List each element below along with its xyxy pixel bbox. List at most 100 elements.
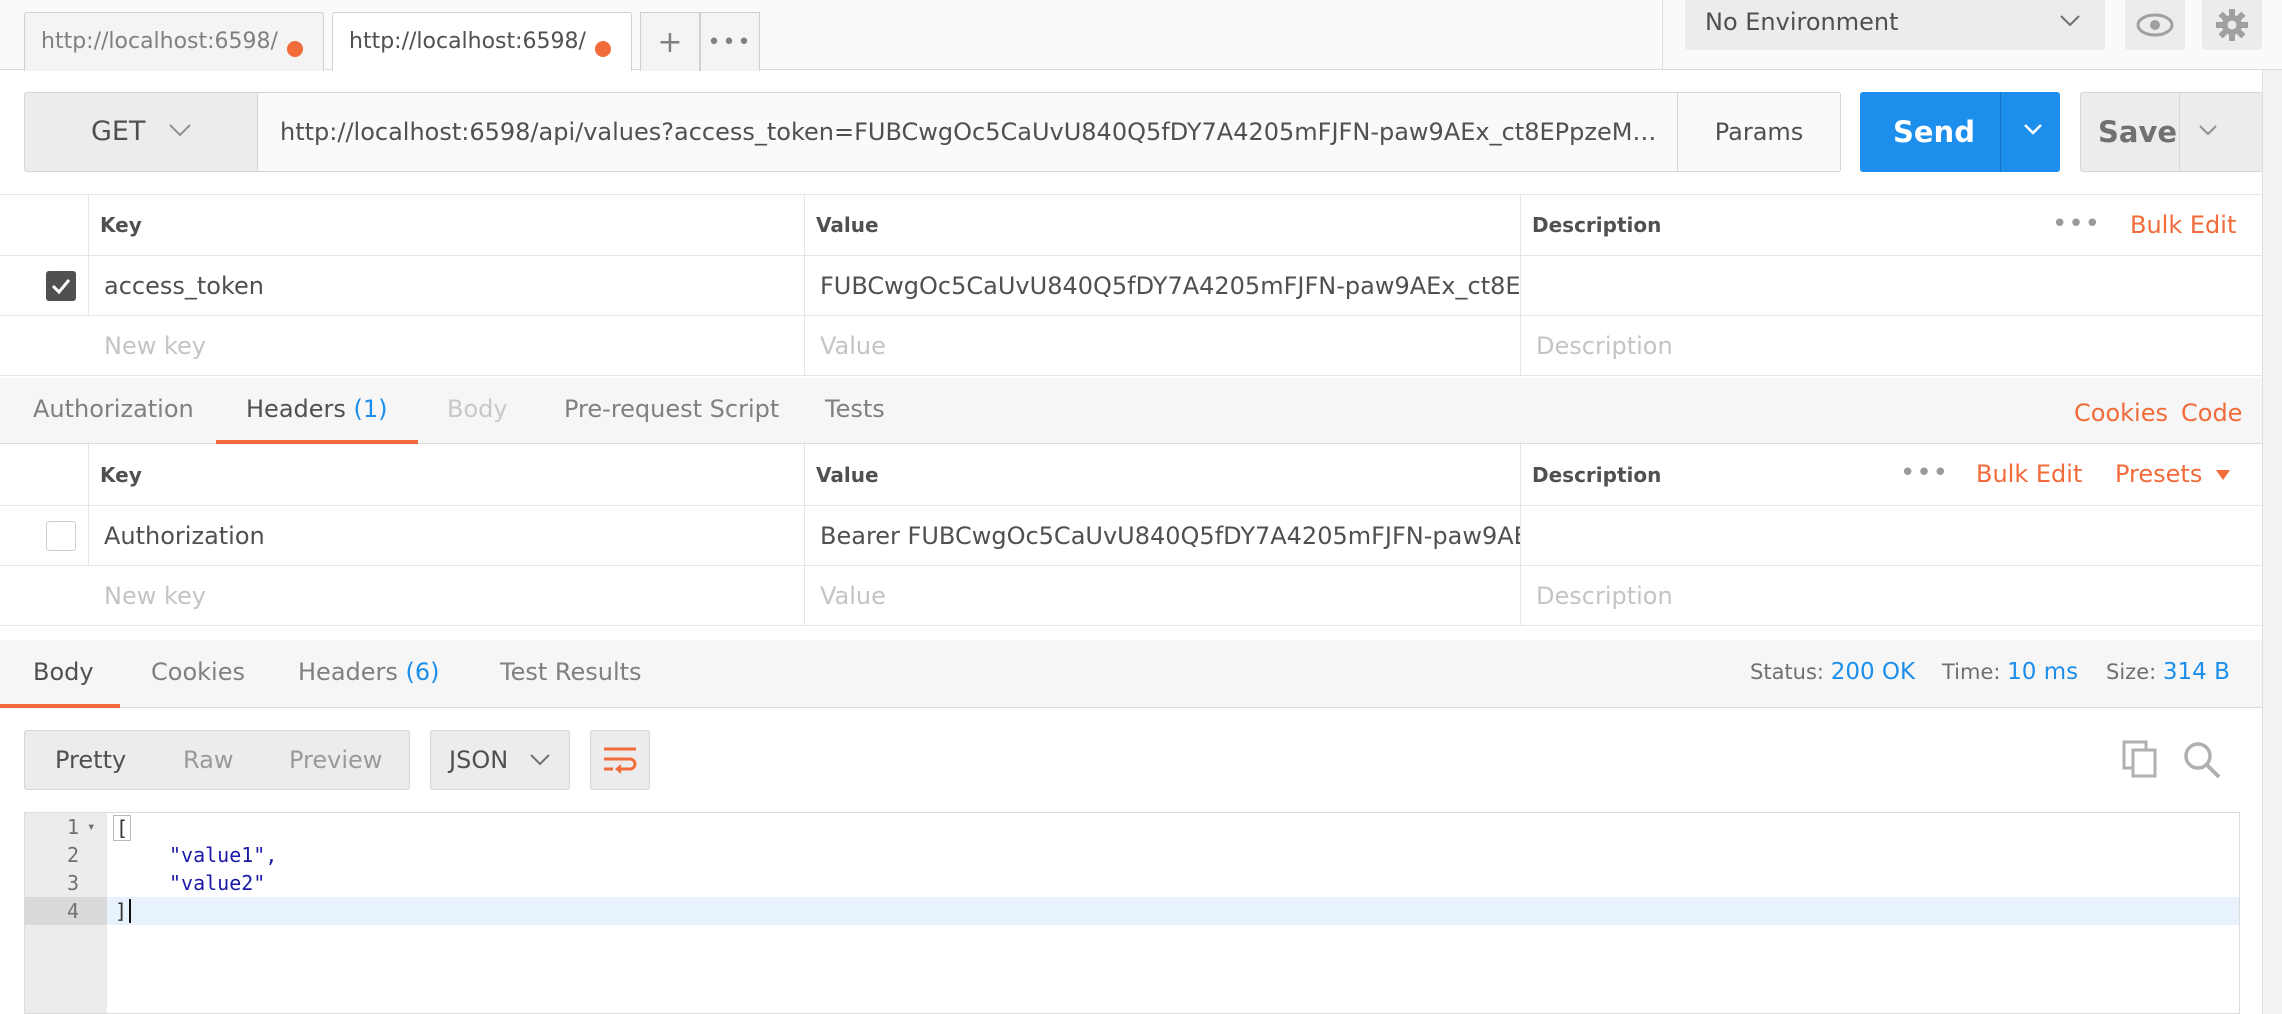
new-key-input[interactable]: New key <box>88 316 804 375</box>
copy-icon <box>2122 740 2157 778</box>
more-dots-icon[interactable]: ••• <box>1900 458 1949 488</box>
tab-options-button[interactable]: ••• <box>700 12 760 71</box>
divider <box>2000 92 2001 172</box>
search-icon <box>2184 742 2221 779</box>
language-select[interactable]: JSON <box>430 730 570 790</box>
tab-label: http://localhost:6598/ <box>41 29 278 54</box>
plus-icon: + <box>657 24 683 60</box>
status-value: 200 OK <box>1830 659 1916 685</box>
table-row: New key Value Description <box>0 566 2262 626</box>
code-text: "value1", <box>169 843 278 867</box>
row-checkbox[interactable] <box>46 521 76 551</box>
line-number: 2 <box>66 843 79 867</box>
code-text: "value2" <box>169 871 266 895</box>
value-field[interactable]: Bearer FUBCwgOc5CaUvU840Q5fDY7A4205mFJFN… <box>804 506 1520 565</box>
method-label: GET <box>91 116 146 147</box>
gear-icon <box>2216 9 2248 41</box>
size-label: Size: <box>2106 660 2157 684</box>
format-toggle: Pretty Raw Preview <box>24 730 410 790</box>
text-cursor <box>129 899 131 923</box>
new-tab-button[interactable]: + <box>640 12 700 71</box>
search-button[interactable] <box>2182 740 2222 784</box>
settings-button[interactable] <box>2202 0 2262 50</box>
page-scrollbar[interactable] <box>2262 70 2282 1014</box>
new-key-input[interactable]: New key <box>88 566 804 625</box>
save-label: Save <box>2098 115 2178 149</box>
response-tab-body[interactable]: Body <box>0 640 120 708</box>
request-tabs: Authorization Headers (1) Body Pre-reque… <box>0 378 2262 444</box>
response-tab-cookies[interactable]: Cookies <box>151 640 245 708</box>
tab-label: Headers <box>298 658 398 686</box>
column-description: Description <box>1532 213 1662 237</box>
presets-label: Presets <box>2115 460 2203 488</box>
request-tab-2[interactable]: http://localhost:6598/ <box>332 12 632 71</box>
new-description-input[interactable]: Description <box>1520 566 2262 625</box>
send-button[interactable]: Send <box>1860 92 2060 172</box>
fold-caret-icon[interactable]: ▾ <box>87 813 95 841</box>
environment-label: No Environment <box>1705 8 1899 36</box>
column-key: Key <box>100 213 142 237</box>
line-number: 3 <box>66 871 79 895</box>
format-preview[interactable]: Preview <box>289 731 382 789</box>
new-value-input[interactable]: Value <box>804 566 1520 625</box>
chevron-down-icon[interactable] <box>2018 114 2048 144</box>
response-tabs: Body Cookies Headers (6) Test Results St… <box>0 640 2262 708</box>
row-checkbox[interactable] <box>46 271 76 301</box>
cookies-link[interactable]: Cookies <box>2074 382 2168 448</box>
request-tab-1[interactable]: http://localhost:6598/ <box>24 12 324 71</box>
headers-table: Key Value Description ••• Bulk Edit Pres… <box>0 444 2262 628</box>
size-value: 314 B <box>2162 659 2230 685</box>
code-line: 2 "value1", <box>25 841 2239 869</box>
url-input[interactable]: http://localhost:6598/api/values?access_… <box>258 92 1678 172</box>
code-line: 4 ] <box>25 897 2239 925</box>
response-status: Status: 200 OK <box>1750 640 1915 708</box>
chevron-down-icon[interactable] <box>2193 115 2223 145</box>
params-button[interactable]: Params <box>1678 92 1841 172</box>
divider <box>2179 93 2180 171</box>
tab-authorization[interactable]: Authorization <box>33 378 194 444</box>
time-label: Time: <box>1942 660 2001 684</box>
tab-headers[interactable]: Headers (1) <box>216 378 418 444</box>
column-key: Key <box>100 462 142 487</box>
value-field[interactable]: FUBCwgOc5CaUvU840Q5fDY7A4205mFJFN-paw9AE… <box>804 256 1520 315</box>
new-description-input[interactable]: Description <box>1520 316 2262 375</box>
table-header: Key Value Description ••• Bulk Edit Pres… <box>0 444 2262 506</box>
tab-tests[interactable]: Tests <box>825 378 885 444</box>
checkmark-icon <box>51 279 71 295</box>
table-row: New key Value Description <box>0 316 2262 376</box>
format-pretty[interactable]: Pretty <box>55 731 126 789</box>
caret-down-icon <box>2215 470 2230 480</box>
save-button[interactable]: Save <box>2080 92 2280 172</box>
description-field[interactable] <box>1520 256 2262 315</box>
table-row: Authorization Bearer FUBCwgOc5CaUvU840Q5… <box>0 506 2262 566</box>
chevron-down-icon <box>169 124 191 137</box>
new-value-input[interactable]: Value <box>804 316 1520 375</box>
tab-bar: http://localhost:6598/ http://localhost:… <box>0 0 2282 71</box>
tab-pre-request-script[interactable]: Pre-request Script <box>564 378 779 444</box>
environment-quick-look-button[interactable] <box>2125 0 2185 50</box>
table-header: Key Value Description ••• Bulk Edit <box>0 194 2262 256</box>
code-link[interactable]: Code <box>2181 382 2242 448</box>
bulk-edit-link[interactable]: Bulk Edit <box>1976 460 2082 488</box>
copy-button[interactable] <box>2122 740 2158 782</box>
presets-dropdown[interactable]: Presets <box>2115 460 2232 488</box>
unsaved-dot-icon <box>595 41 611 57</box>
response-tab-headers[interactable]: Headers (6) <box>298 640 440 708</box>
description-field[interactable] <box>1520 506 2262 565</box>
response-tab-test-results[interactable]: Test Results <box>500 640 642 708</box>
environment-select[interactable]: No Environment <box>1685 0 2105 50</box>
more-dots-icon[interactable]: ••• <box>2052 209 2101 239</box>
format-raw[interactable]: Raw <box>183 731 233 789</box>
method-select[interactable]: GET <box>24 92 258 172</box>
tab-body[interactable]: Body <box>447 378 508 444</box>
tab-label: Headers <box>246 395 346 423</box>
code-text: [ <box>113 815 132 841</box>
response-body-editor[interactable]: 1 ▾ [ 2 "value1", 3 "value2" 4 ] <box>24 812 2240 1014</box>
key-field[interactable]: access_token <box>88 256 804 315</box>
column-value: Value <box>816 213 879 237</box>
headers-count: (1) <box>353 395 388 423</box>
bulk-edit-link[interactable]: Bulk Edit <box>2130 211 2236 239</box>
wrap-lines-button[interactable] <box>590 730 650 790</box>
key-field[interactable]: Authorization <box>88 506 804 565</box>
response-time: Time: 10 ms <box>1942 640 2078 708</box>
